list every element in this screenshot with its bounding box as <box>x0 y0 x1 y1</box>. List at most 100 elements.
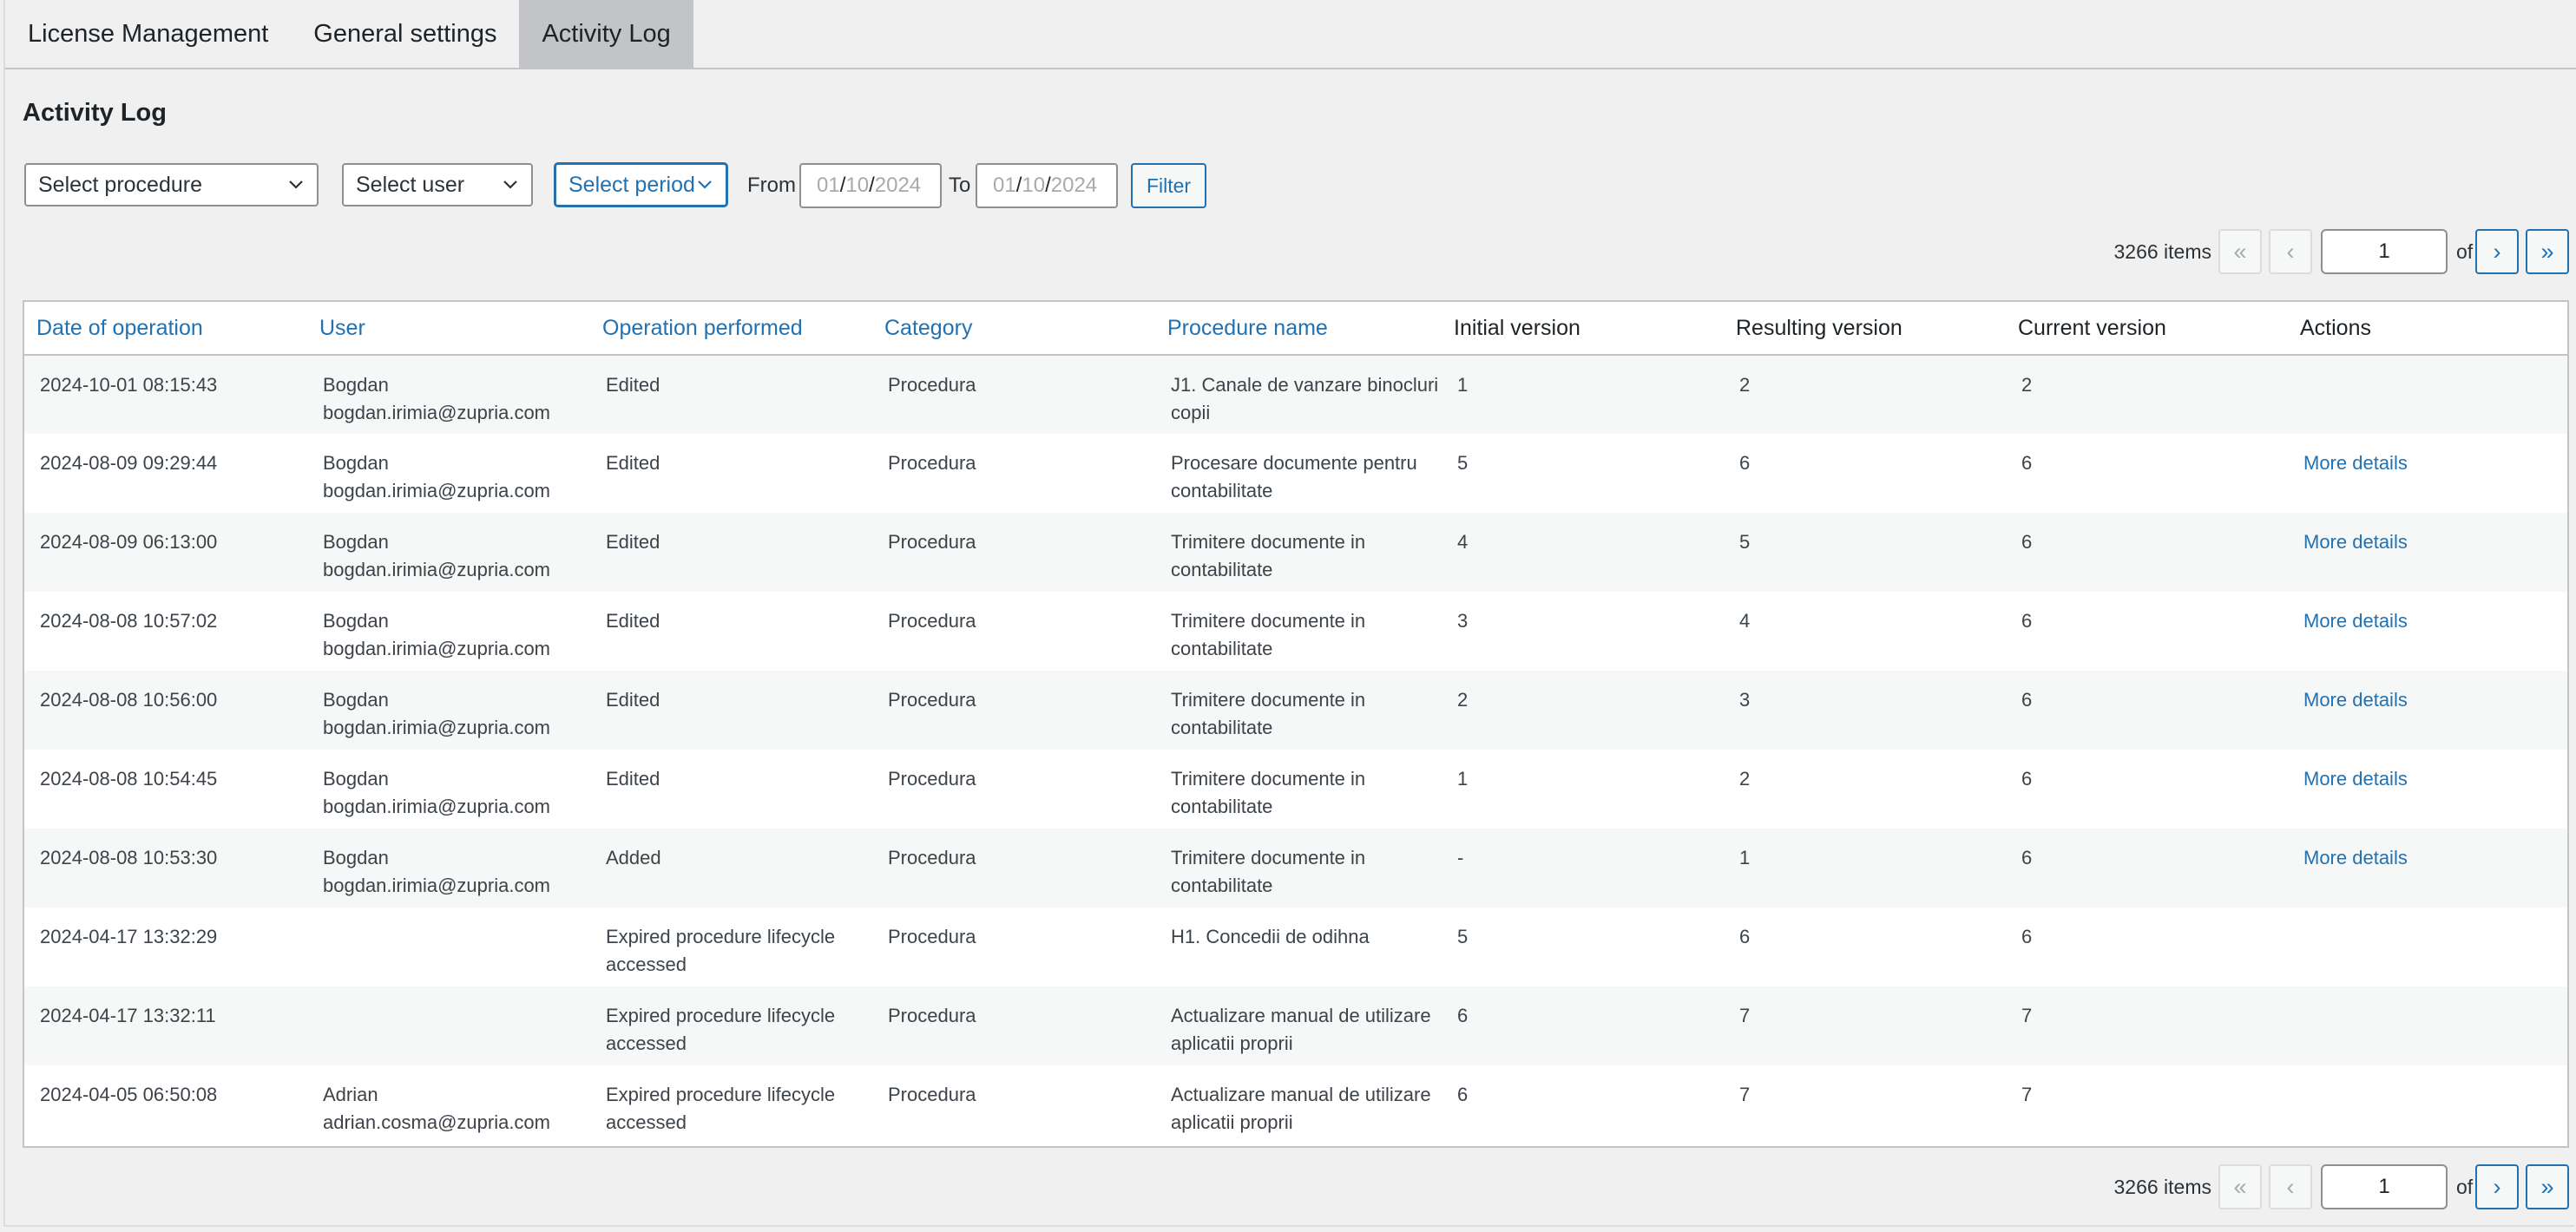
tab-license-management[interactable]: License Management <box>5 0 291 68</box>
more-details-link[interactable]: More details <box>2303 847 2408 868</box>
user-select[interactable]: Select user <box>342 163 533 206</box>
col-actions: Actions <box>2288 302 2567 356</box>
user-email: bogdan.irimia@zupria.com <box>323 402 551 423</box>
cell-category: Procedura <box>872 671 1155 750</box>
cell-initial-version: 5 <box>1457 452 1469 474</box>
cell-user <box>307 908 590 986</box>
more-details-link[interactable]: More details <box>2303 452 2408 474</box>
user-email: bogdan.irimia@zupria.com <box>323 480 551 501</box>
tab-activity-log[interactable]: Activity Log <box>519 0 693 68</box>
next-page-button[interactable]: › <box>2475 229 2519 274</box>
last-page-button[interactable]: » <box>2526 229 2569 274</box>
items-count: 3266 items <box>2113 1176 2211 1198</box>
procedure-select[interactable]: Select procedure <box>24 163 319 206</box>
cell-resulting-version: 3 <box>1724 671 2006 750</box>
next-page-button[interactable]: › <box>2475 1164 2519 1209</box>
cell-procedure-name: Procesare documente pentru contabilitate <box>1171 452 1417 501</box>
more-details-link[interactable]: More details <box>2303 689 2408 711</box>
col-date-of-operation[interactable]: Date of operation <box>24 302 307 356</box>
from-day: 10 <box>845 174 870 197</box>
cell-procedure-name: Actualizare manual de utilizare aplicati… <box>1155 986 1442 1065</box>
page-number-input[interactable]: 1 <box>2321 1164 2448 1209</box>
cell-operation: Added <box>590 829 872 908</box>
cell-actions: More details <box>2288 750 2567 829</box>
table-header-row: Date of operation User Operation perform… <box>24 302 2567 356</box>
cell-procedure-name: Actualizare manual de utilizare aplicati… <box>1171 1084 1431 1133</box>
cell-operation: Expired procedure lifecycle accessed <box>606 926 836 975</box>
pagination-top: 3266 items « ‹ 1 of 327 › » <box>2048 229 2569 274</box>
page-number-input[interactable]: 1 <box>2321 229 2448 274</box>
cell-initial-version: 6 <box>1442 986 1724 1065</box>
col-category[interactable]: Category <box>872 302 1155 356</box>
cell-operation: Edited <box>590 513 872 592</box>
last-page-button[interactable]: » <box>2526 1164 2569 1209</box>
to-label: To <box>949 174 971 197</box>
cell-user: Bogdan bogdan.irimia@zupria.com <box>307 750 590 829</box>
cell-date: 2024-04-17 13:32:29 <box>40 926 218 947</box>
table-row: 2024-08-08 10:54:45 Bogdan bogdan.irimia@z… <box>24 750 2567 829</box>
cell-initial-version: 3 <box>1457 610 1469 632</box>
cell-actions: More details <box>2288 671 2567 750</box>
cell-procedure-name: Trimitere documente in contabilitate <box>1155 671 1442 750</box>
col-operation-performed[interactable]: Operation performed <box>590 302 872 356</box>
cell-actions <box>2288 355 2567 434</box>
from-date-input[interactable]: 01/10/2024 <box>799 163 942 208</box>
table-row: 2024-08-08 10:56:00 Bogdan bogdan.irimia@z… <box>24 671 2567 750</box>
cell-operation: Edited <box>606 610 660 632</box>
activity-table: Date of operation User Operation perform… <box>23 300 2569 1148</box>
first-page-button[interactable]: « <box>2218 229 2262 274</box>
col-current-version: Current version <box>2006 302 2288 356</box>
cell-operation: Edited <box>590 671 872 750</box>
user-name: Bogdan <box>323 689 389 711</box>
cell-initial-version: - <box>1442 829 1724 908</box>
cell-date: 2024-08-08 10:53:30 <box>24 829 307 908</box>
cell-category: Procedura <box>888 768 976 790</box>
cell-procedure-name: Trimitere documente in contabilitate <box>1155 513 1442 592</box>
cell-initial-version: 1 <box>1442 355 1724 434</box>
cell-user: Bogdan bogdan.irimia@zupria.com <box>307 434 590 513</box>
prev-page-button[interactable]: ‹ <box>2269 1164 2312 1209</box>
cell-procedure-name: Trimitere documente in contabilitate <box>1171 610 1366 659</box>
col-procedure-name[interactable]: Procedure name <box>1155 302 1442 356</box>
cell-current-version: 7 <box>2021 1084 2033 1105</box>
cell-date: 2024-08-08 10:57:02 <box>40 610 218 632</box>
from-year: 2024 <box>874 174 922 197</box>
cell-current-version: 6 <box>2021 768 2033 790</box>
cell-date: 2024-08-08 10:56:00 <box>24 671 307 750</box>
cell-operation: Edited <box>606 768 660 790</box>
user-name: Bogdan <box>323 847 389 868</box>
table-row: 2024-04-17 13:32:11 Expired procedure lif… <box>24 986 2567 1065</box>
more-details-link[interactable]: More details <box>2303 610 2408 632</box>
cell-procedure-name: J1. Canale de vanzare binocluri copii <box>1155 355 1442 434</box>
period-select[interactable]: Select period <box>555 163 727 206</box>
to-month: 01 <box>993 174 1016 197</box>
cell-user <box>307 986 590 1065</box>
cell-current-version: 6 <box>2021 926 2033 947</box>
col-user[interactable]: User <box>307 302 590 356</box>
cell-actions <box>2288 908 2567 986</box>
procedure-select-value: Select procedure <box>38 173 203 197</box>
user-email: bogdan.irimia@zupria.com <box>323 796 551 817</box>
cell-operation: Expired procedure lifecycle accessed <box>590 986 872 1065</box>
first-page-button[interactable]: « <box>2218 1164 2262 1209</box>
prev-page-button[interactable]: ‹ <box>2269 229 2312 274</box>
user-email: bogdan.irimia@zupria.com <box>323 638 551 659</box>
cell-actions: More details <box>2288 829 2567 908</box>
filter-button[interactable]: Filter <box>1131 163 1206 208</box>
cell-user: Bogdan bogdan.irimia@zupria.com <box>307 513 590 592</box>
tab-general-settings[interactable]: General settings <box>291 0 519 68</box>
chevron-down-icon <box>503 180 517 189</box>
cell-operation: Edited <box>606 452 660 474</box>
table-row: 2024-10-01 08:15:43 Bogdan bogdan.irimia@z… <box>24 355 2567 434</box>
cell-resulting-version: 5 <box>1724 513 2006 592</box>
col-initial-version: Initial version <box>1442 302 1724 356</box>
more-details-link[interactable]: More details <box>2303 531 2408 553</box>
user-name: Bogdan <box>323 610 389 632</box>
cell-current-version: 6 <box>2006 513 2288 592</box>
user-email: bogdan.irimia@zupria.com <box>323 717 551 738</box>
more-details-link[interactable]: More details <box>2303 768 2408 790</box>
to-date-input[interactable]: 01/10/2024 <box>976 163 1118 208</box>
cell-actions <box>2288 1065 2567 1144</box>
cell-category: Procedura <box>872 829 1155 908</box>
cell-category: Procedura <box>872 513 1155 592</box>
